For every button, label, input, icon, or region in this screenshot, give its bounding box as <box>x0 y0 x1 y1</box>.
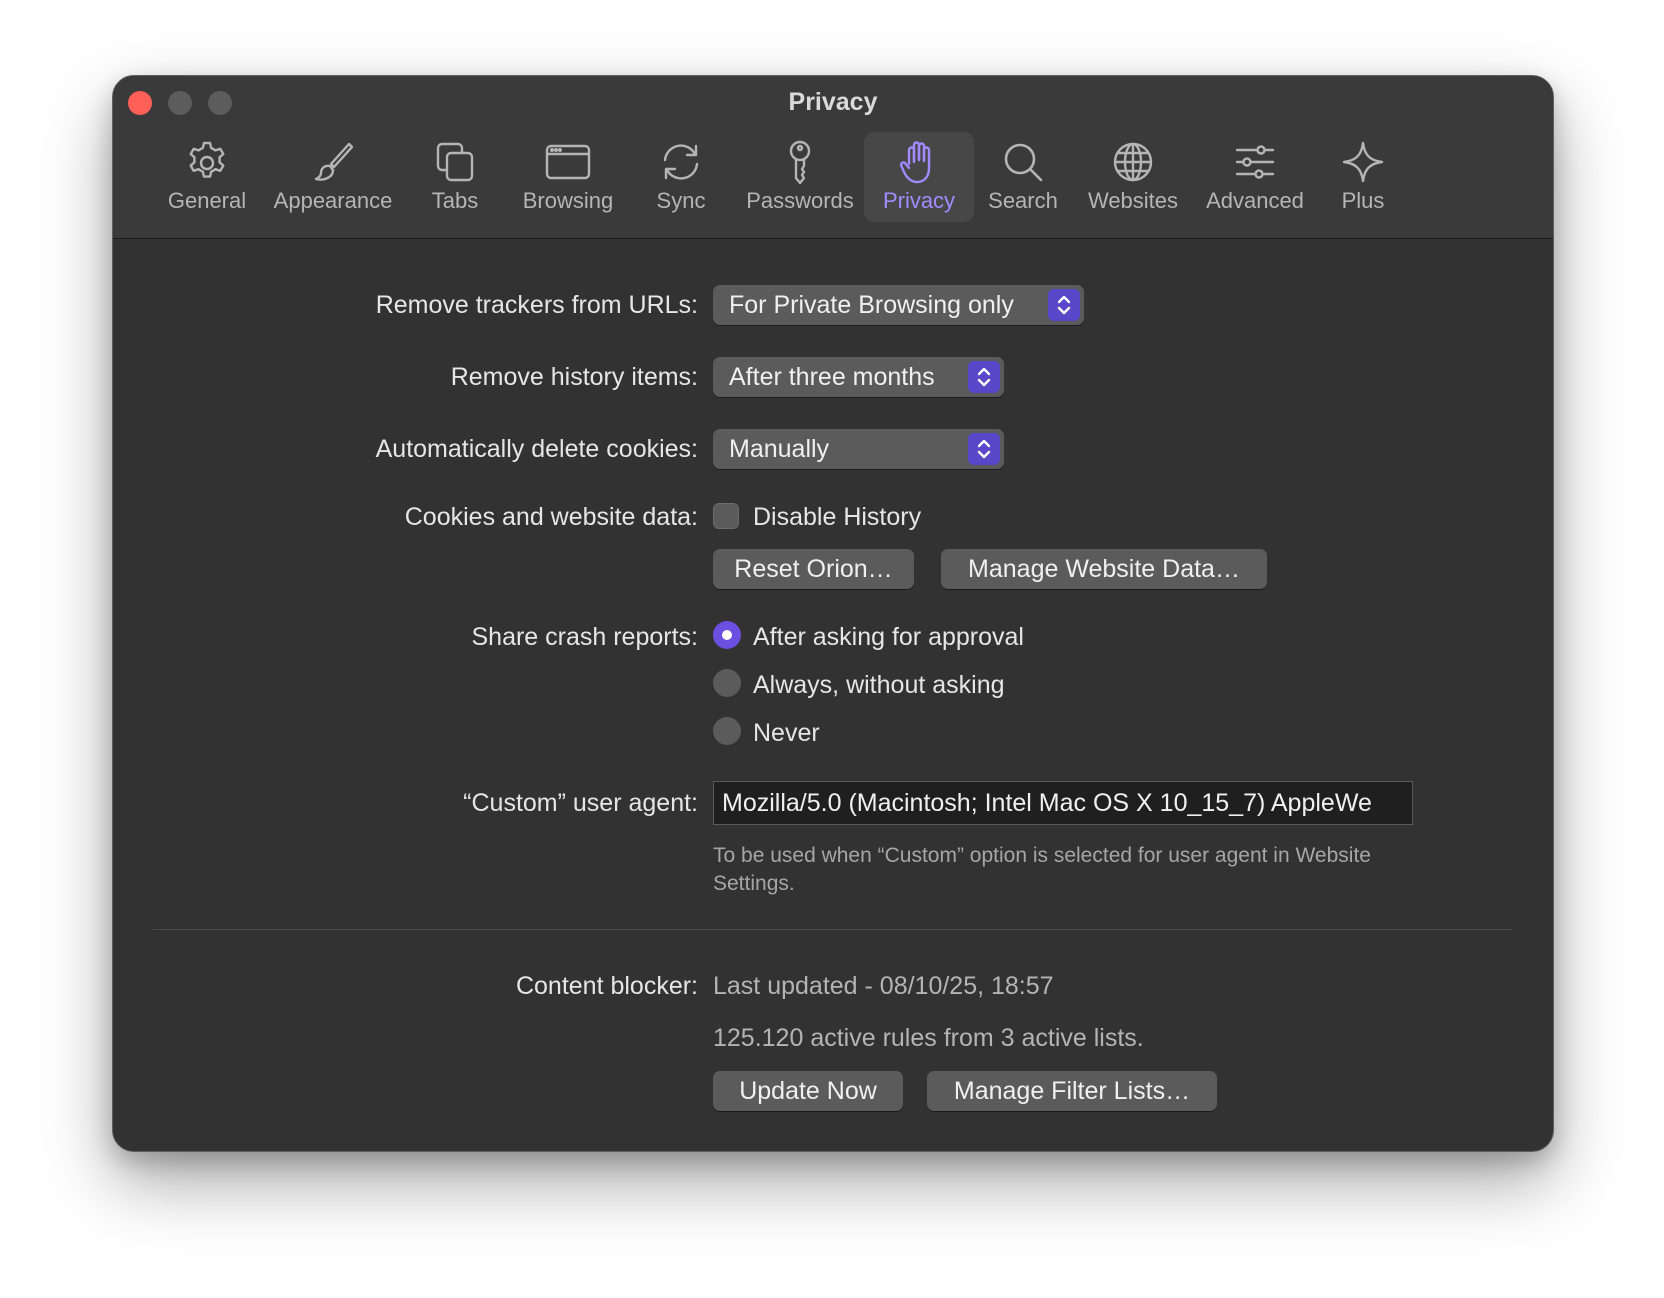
tab-privacy[interactable]: Privacy <box>864 132 974 222</box>
trackers-value: For Private Browsing only <box>729 291 1014 319</box>
tab-search[interactable]: Search <box>981 132 1065 222</box>
tab-label: Tabs <box>431 188 479 213</box>
disable-history-label: Disable History <box>753 503 922 531</box>
manage-filter-lists-button[interactable]: Manage Filter Lists… <box>927 1071 1217 1111</box>
sparkle-icon <box>1339 138 1387 186</box>
gear-icon <box>183 138 231 186</box>
globe-icon <box>1109 138 1157 186</box>
crash-radio-never[interactable] <box>713 717 741 745</box>
cookies-data-label: Cookies and website data: <box>404 503 698 531</box>
tab-websites[interactable]: Websites <box>1081 132 1185 222</box>
tab-advanced[interactable]: Advanced <box>1195 132 1315 222</box>
tab-label: Passwords <box>746 188 854 213</box>
chevron-updown-icon <box>1048 289 1080 321</box>
manage-website-data-button[interactable]: Manage Website Data… <box>941 549 1267 589</box>
tabs-icon <box>431 138 479 186</box>
browser-window-icon <box>544 138 592 186</box>
user-agent-field[interactable]: Mozilla/5.0 (Macintosh; Intel Mac OS X 1… <box>713 781 1413 825</box>
user-agent-label: “Custom” user agent: <box>463 789 698 817</box>
tab-plus[interactable]: Plus <box>1328 132 1398 222</box>
cookies-delete-label: Automatically delete cookies: <box>375 435 698 463</box>
tab-label: Search <box>988 188 1058 213</box>
tab-general[interactable]: General <box>161 132 253 222</box>
sync-icon <box>657 138 705 186</box>
trackers-popup[interactable]: For Private Browsing only <box>713 285 1084 325</box>
chevron-updown-icon <box>968 433 1000 465</box>
tab-sync[interactable]: Sync <box>641 132 721 222</box>
crash-option-ask: After asking for approval <box>753 623 1024 651</box>
tab-label: Plus <box>1341 188 1385 213</box>
history-value: After three months <box>729 363 935 391</box>
crash-radio-always[interactable] <box>713 669 741 697</box>
tab-label: Sync <box>656 188 706 213</box>
crash-reports-label: Share crash reports: <box>471 623 699 651</box>
disable-history-checkbox[interactable] <box>713 503 739 529</box>
preferences-window: Privacy General Appearance Tabs Browsing… <box>112 75 1554 1152</box>
sliders-icon <box>1231 138 1279 186</box>
reset-orion-button[interactable]: Reset Orion… <box>713 549 914 589</box>
tab-tabs[interactable]: Tabs <box>413 132 497 222</box>
history-label: Remove history items: <box>450 363 698 391</box>
crash-radio-ask[interactable] <box>713 621 741 649</box>
tab-appearance[interactable]: Appearance <box>267 132 399 222</box>
tab-label: General <box>167 188 247 213</box>
content-blocker-last-updated: Last updated - 08/10/25, 18:57 <box>713 972 1054 1000</box>
trackers-label: Remove trackers from URLs: <box>375 291 698 319</box>
crash-option-never: Never <box>753 719 820 747</box>
content-blocker-rules: 125.120 active rules from 3 active lists… <box>713 1024 1144 1052</box>
hand-icon <box>895 138 943 186</box>
paintbrush-icon <box>309 138 357 186</box>
tab-label: Appearance <box>273 188 393 213</box>
tab-label: Privacy <box>882 188 956 213</box>
crash-option-always: Always, without asking <box>753 671 1005 699</box>
history-popup[interactable]: After three months <box>713 357 1004 397</box>
content-blocker-label: Content blocker: <box>515 972 698 1000</box>
cookies-delete-value: Manually <box>729 435 830 463</box>
tab-label: Websites <box>1087 188 1179 213</box>
key-icon <box>776 138 824 186</box>
magnifier-icon <box>999 138 1047 186</box>
window-title: Privacy <box>788 88 878 116</box>
tab-passwords[interactable]: Passwords <box>737 132 863 222</box>
tab-label: Browsing <box>522 188 614 213</box>
chevron-updown-icon <box>968 361 1000 393</box>
update-now-button[interactable]: Update Now <box>713 1071 903 1111</box>
section-divider <box>153 929 1513 930</box>
tab-label: Advanced <box>1206 188 1304 213</box>
tab-browsing[interactable]: Browsing <box>513 132 623 222</box>
titlebar-toolbar: Privacy General Appearance Tabs Browsing… <box>113 76 1553 239</box>
cookies-delete-popup[interactable]: Manually <box>713 429 1004 469</box>
user-agent-hint: To be used when “Custom” option is selec… <box>713 844 1371 895</box>
